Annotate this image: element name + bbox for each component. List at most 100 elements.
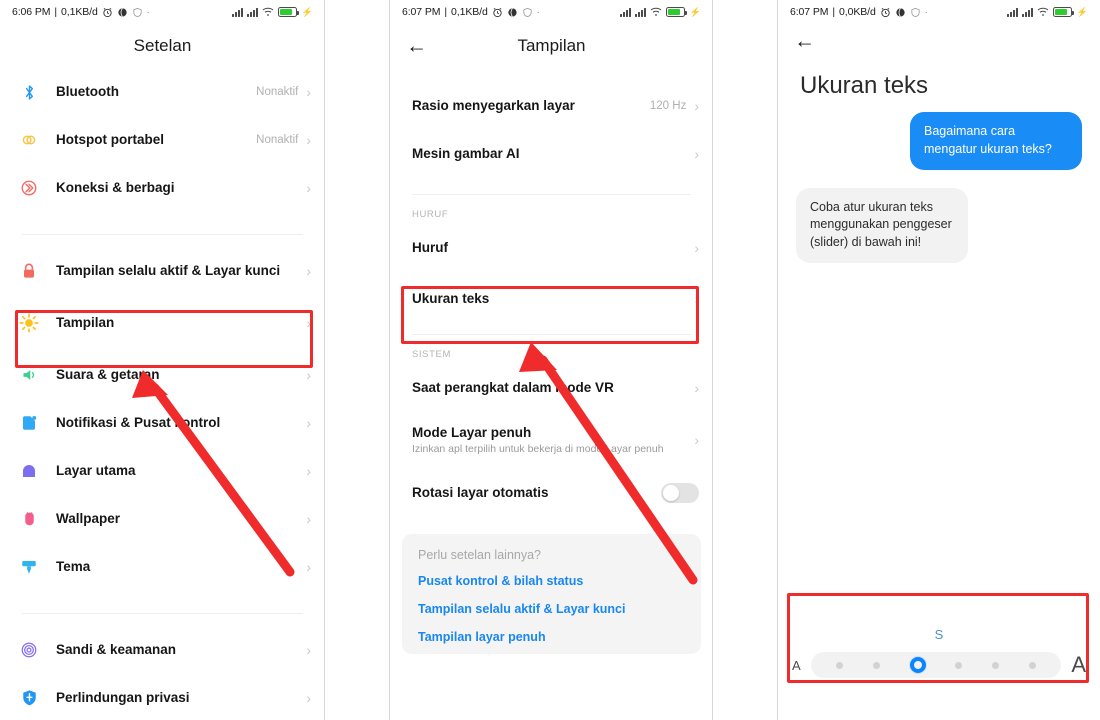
settings-row-display[interactable]: Tampilan › (0, 295, 325, 351)
settings-row-sound-vibration[interactable]: Suara & getaran › (0, 351, 325, 399)
lock-icon (16, 258, 42, 284)
display-settings-list: Rasio menyegarkan layar 120 Hz › Mesin g… (390, 68, 713, 654)
status-bar-left: 6:07 PM | 0,1KB/d · (402, 6, 540, 18)
dot-icon: · (536, 7, 540, 17)
status-time: 6:07 PM (790, 6, 829, 18)
settings-row-vr-mode[interactable]: Saat perangkat dalam mode VR › (390, 364, 713, 412)
status-bar-right: ⚡ (231, 6, 313, 18)
status-separator: | (54, 6, 58, 18)
page-title: Tampilan (517, 36, 586, 55)
settings-row-label: Layar utama (56, 463, 136, 479)
chevron-right-icon: › (306, 180, 311, 196)
signal-bars-icon (1006, 7, 1018, 17)
chevron-right-icon: › (306, 84, 311, 100)
speaker-icon (16, 362, 42, 388)
signal-bars-icon (634, 7, 646, 17)
list-gap (0, 591, 325, 613)
app-bar: ← Tampilan (390, 24, 713, 68)
settings-row-label: Sandi & keamanan (56, 642, 177, 658)
settings-row-value: Nonaktif (256, 134, 299, 146)
settings-row-fullscreen-mode[interactable]: Mode Layar penuh Izinkan apl terpilih un… (390, 412, 713, 468)
settings-row-notifications-control-center[interactable]: Notifikasi & Pusat kontrol › (0, 399, 325, 447)
back-arrow-icon[interactable]: ← (794, 31, 815, 52)
more-settings-heading: Perlu setelan lainnya? (418, 548, 541, 562)
more-settings-link-control-center[interactable]: Pusat kontrol & bilah status (418, 574, 685, 588)
chat-bubble-outgoing: Bagaimana cara mengatur ukuran teks? (910, 112, 1082, 170)
status-bar-left: 6:07 PM | 0,0KB/d · (790, 6, 928, 18)
screenshot-stage: 6:06 PM | 0,1KB/d · ⚡ Setelan Bluetooth … (0, 0, 1100, 720)
home-icon (16, 458, 42, 484)
settings-row-text-size[interactable]: Ukuran teks › (390, 272, 713, 326)
chevron-right-icon: › (306, 511, 311, 527)
chat-preview: Bagaimana cara mengatur ukuran teks? Cob… (778, 104, 1100, 263)
settings-row-refresh-rate[interactable]: Rasio menyegarkan layar 120 Hz › (390, 82, 713, 130)
slider-tick-5[interactable] (1029, 661, 1037, 669)
status-bar-right: ⚡ (1006, 6, 1088, 18)
text-size-slider-section: S A A (792, 627, 1086, 678)
settings-row-hotspot[interactable]: Hotspot portabel Nonaktif › (0, 116, 325, 164)
settings-list: Bluetooth Nonaktif › Hotspot portabel No… (0, 68, 325, 720)
chevron-right-icon: › (306, 367, 311, 383)
slider-tick-4[interactable] (992, 661, 1000, 669)
status-data-rate: 0,0KB/d (839, 6, 876, 18)
status-data-rate: 0,1KB/d (61, 6, 98, 18)
text-size-slider-track[interactable] (810, 652, 1062, 678)
chevron-right-icon: › (306, 690, 311, 706)
brightness-icon (16, 310, 42, 336)
settings-row-bluetooth[interactable]: Bluetooth Nonaktif › (0, 68, 325, 116)
settings-row-label: Hotspot portabel (56, 132, 164, 148)
settings-row-label: Tampilan selalu aktif & Layar kunci (56, 263, 281, 279)
connection-share-icon (16, 175, 42, 201)
page-title: Setelan (133, 36, 192, 55)
shield-icon (522, 7, 533, 18)
shield-icon (132, 7, 143, 18)
list-gap (390, 326, 713, 334)
settings-row-label: Suara & getaran (56, 367, 160, 383)
globe-icon (895, 7, 906, 18)
charging-bolt-icon: ⚡ (301, 6, 313, 17)
settings-row-wallpaper[interactable]: Wallpaper › (0, 495, 325, 543)
settings-row-home-screen[interactable]: Layar utama › (0, 447, 325, 495)
battery-icon (665, 7, 688, 17)
settings-row-privacy-protection[interactable]: Perlindungan privasi › (0, 674, 325, 720)
settings-row-label: Rotasi layar otomatis (412, 485, 549, 501)
auto-rotate-toggle[interactable] (661, 483, 699, 503)
back-arrow-icon[interactable]: ← (406, 36, 427, 57)
settings-row-label: Tema (56, 559, 91, 575)
shield-icon (910, 7, 921, 18)
settings-row-always-on-display-lockscreen[interactable]: Tampilan selalu aktif & Layar kunci › (0, 247, 325, 295)
chevron-right-icon: › (306, 315, 311, 331)
chevron-right-icon: › (306, 263, 311, 279)
phone-panel-settings: 6:06 PM | 0,1KB/d · ⚡ Setelan Bluetooth … (0, 0, 325, 720)
page-title: Ukuran teks (800, 72, 929, 99)
settings-row-label: Mode Layar penuh Izinkan apl terpilih un… (412, 424, 694, 457)
settings-row-label: Mesin gambar AI (412, 146, 520, 162)
slider-tick-0[interactable] (835, 661, 843, 669)
chevron-right-icon: › (694, 98, 699, 114)
settings-row-font[interactable]: Huruf › (390, 224, 713, 272)
settings-row-auto-rotate[interactable]: Rotasi layar otomatis (390, 468, 713, 518)
settings-row-label: Bluetooth (56, 84, 119, 100)
settings-row-password-security[interactable]: Sandi & keamanan › (0, 626, 325, 674)
app-bar: Setelan (0, 24, 325, 68)
more-settings-link-fullscreen-display[interactable]: Tampilan layar penuh (418, 630, 685, 644)
dot-icon: · (146, 7, 150, 17)
settings-row-ai-image-engine[interactable]: Mesin gambar AI › (390, 130, 713, 178)
chevron-right-icon: › (306, 642, 311, 658)
list-gap (390, 68, 713, 82)
chevron-right-icon: › (306, 415, 311, 431)
list-gap (0, 235, 325, 247)
status-data-rate: 0,1KB/d (451, 6, 488, 18)
charging-bolt-icon: ⚡ (1076, 6, 1088, 17)
group-header-font: HURUF (412, 209, 449, 220)
slider-tick-3[interactable] (955, 661, 963, 669)
slider-tick-1[interactable] (872, 661, 880, 669)
privacy-shield-icon (16, 685, 42, 711)
more-settings-link-always-on-display[interactable]: Tampilan selalu aktif & Layar kunci (418, 602, 685, 616)
settings-row-connection-sharing[interactable]: Koneksi & berbagi › (0, 164, 325, 212)
signal-bars-icon (619, 7, 631, 17)
settings-row-theme[interactable]: Tema › (0, 543, 325, 591)
chevron-right-icon: › (306, 132, 311, 148)
small-letter-label: A (792, 657, 801, 673)
slider-tick-2-active[interactable] (909, 657, 926, 673)
